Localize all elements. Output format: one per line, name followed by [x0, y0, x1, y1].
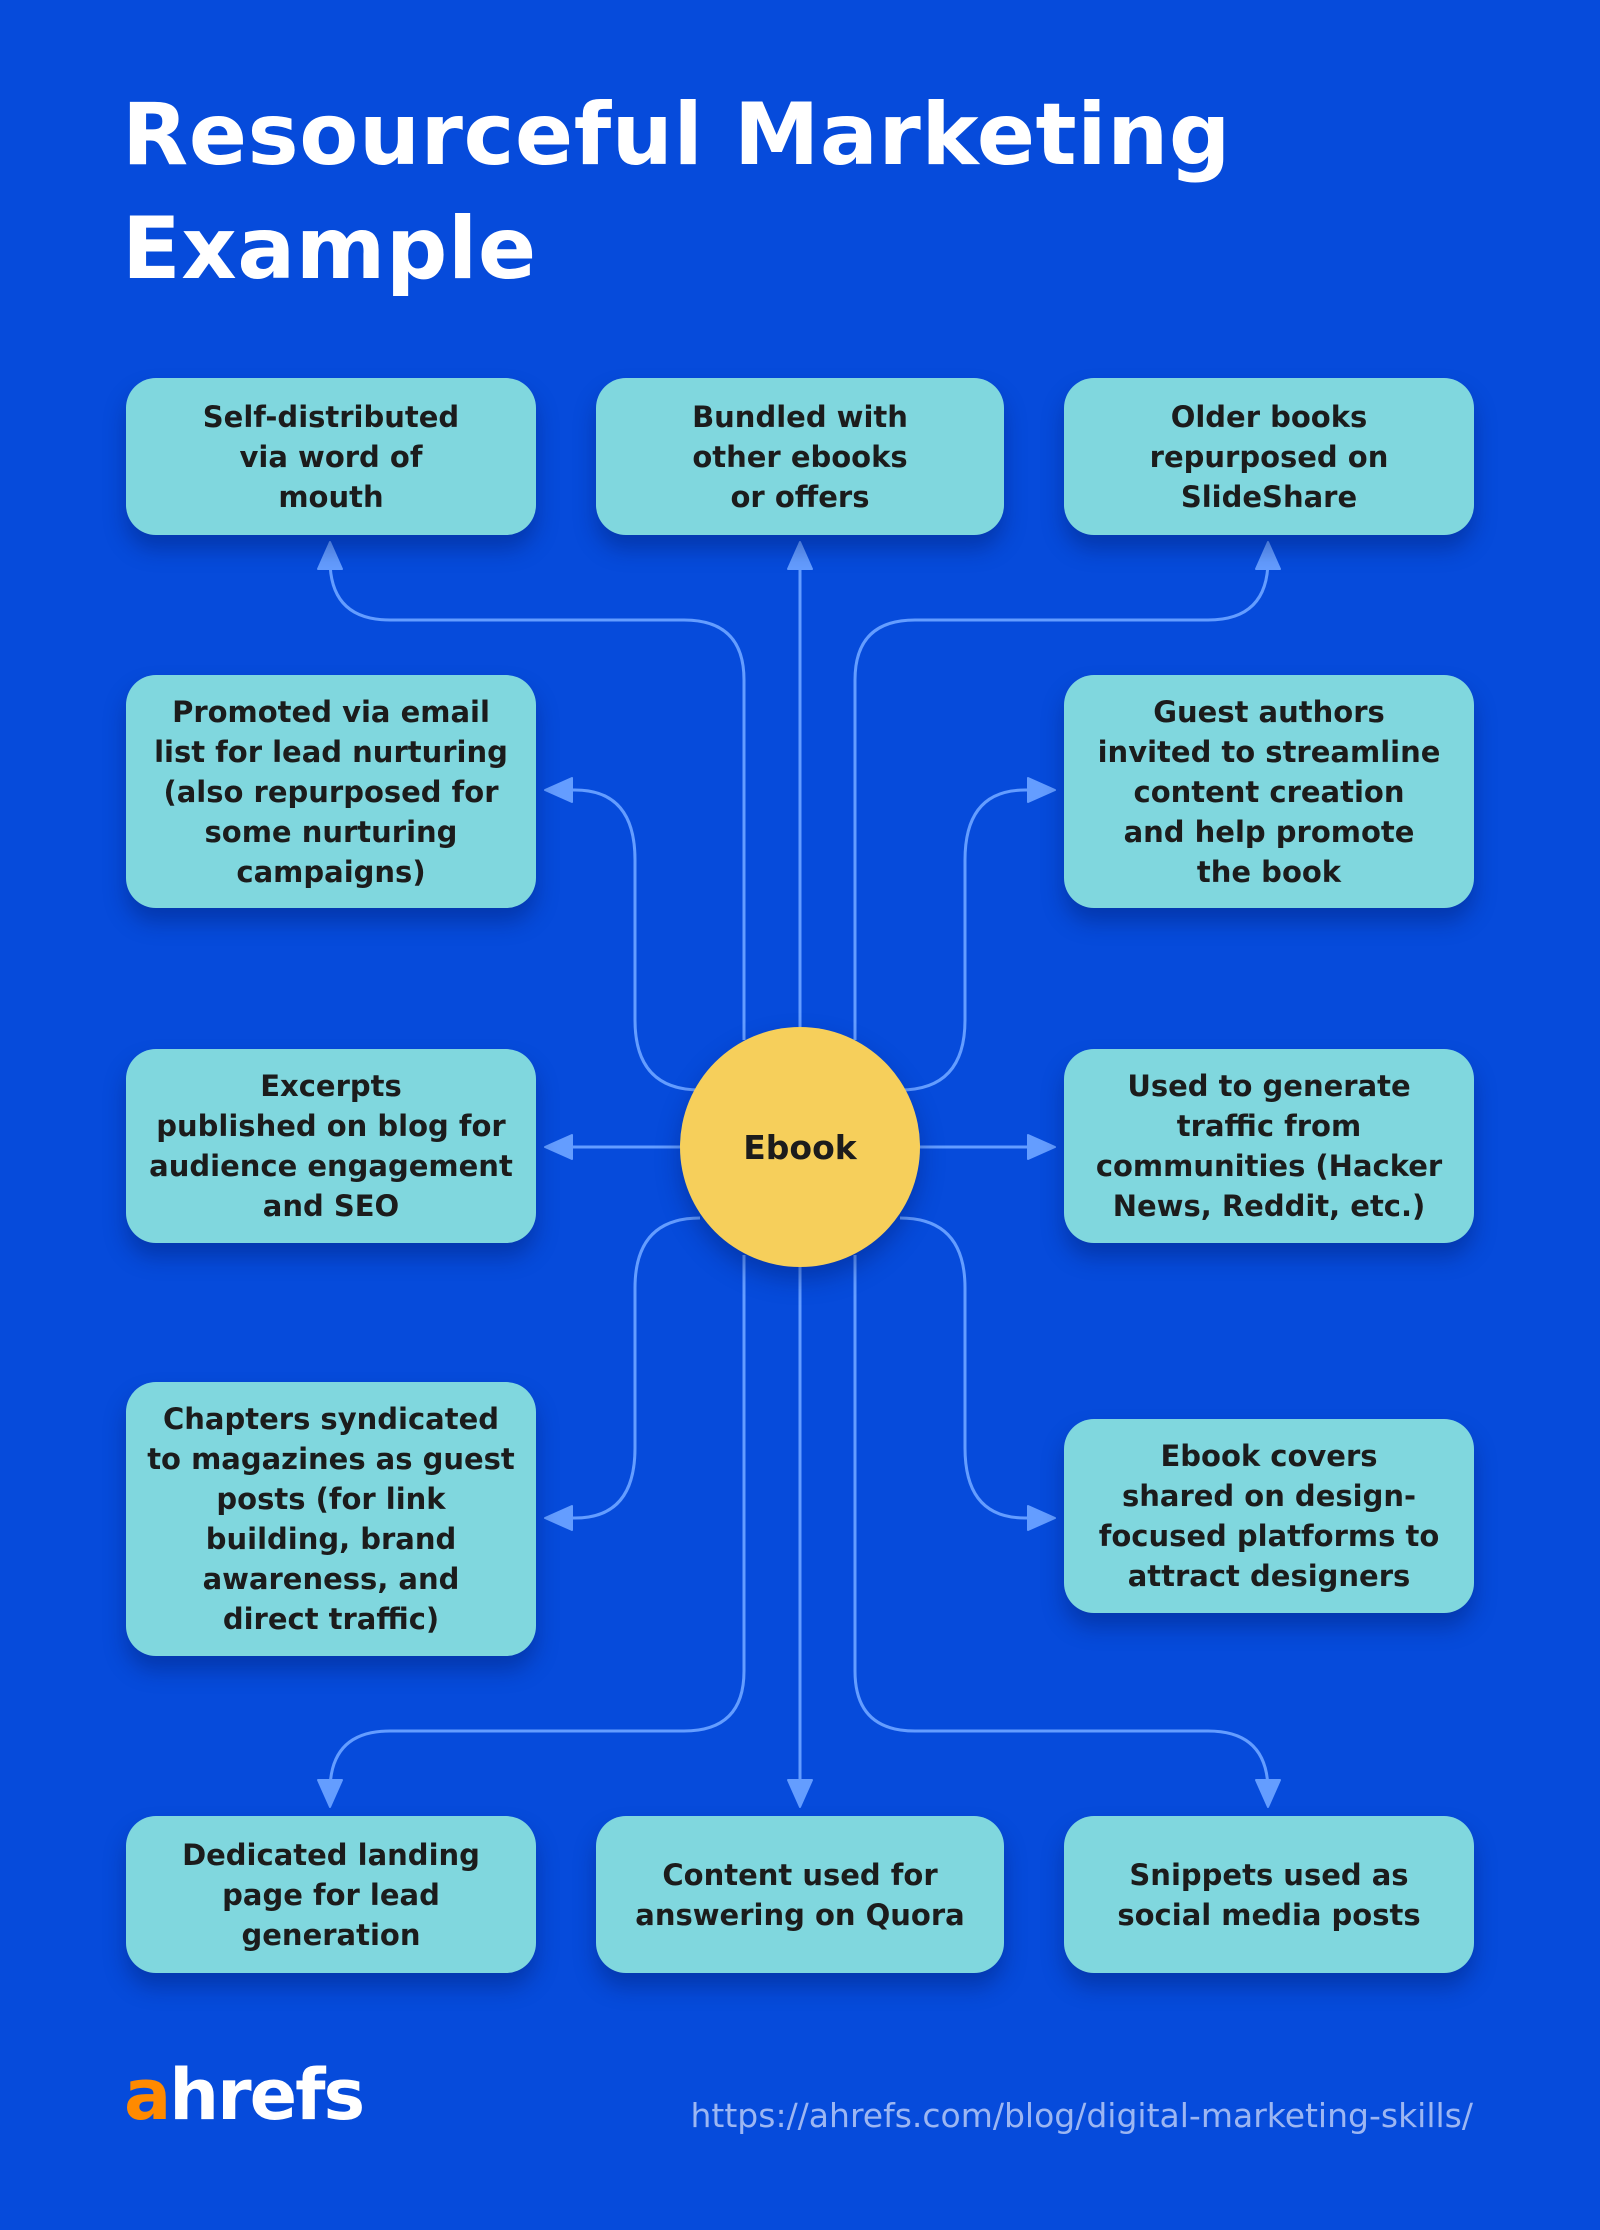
- node-text: Ebook covers shared on design- focused p…: [1098, 1439, 1440, 1593]
- logo-wordmark: hrefs: [169, 2054, 365, 2136]
- node-email-promotion: Promoted via email list for lead nurturi…: [126, 675, 536, 908]
- node-slideshare: Older books repurposed on SlideShare: [1064, 378, 1474, 535]
- node-guest-authors: Guest authors invited to streamline cont…: [1064, 675, 1474, 908]
- center-node-ebook: Ebook: [680, 1027, 920, 1267]
- node-social-snippets: Snippets used as social media posts: [1064, 1816, 1474, 1973]
- ahrefs-logo: ahrefs: [124, 2060, 365, 2130]
- node-text: Bundled with other ebooks or offers: [692, 399, 908, 514]
- node-text: Self-distributed via word of mouth: [202, 399, 460, 514]
- node-text: Dedicated landing page for lead generati…: [182, 1837, 480, 1952]
- logo-accent: a: [124, 2054, 171, 2136]
- node-landing-page: Dedicated landing page for lead generati…: [126, 1816, 536, 1973]
- node-text: Guest authors invited to streamline cont…: [1097, 694, 1441, 889]
- connector-lower-right: [899, 1216, 1056, 1531]
- node-text: Snippets used as social media posts: [1117, 1857, 1421, 1932]
- node-bundled: Bundled with other ebooks or offers: [596, 378, 1004, 535]
- node-community-traffic: Used to generate traffic from communitie…: [1064, 1049, 1474, 1243]
- source-url: https://ahrefs.com/blog/digital-marketin…: [690, 2096, 1473, 2135]
- node-blog-excerpts: Excerpts published on blog for audience …: [126, 1049, 536, 1243]
- node-self-distributed: Self-distributed via word of mouth: [126, 378, 536, 535]
- node-syndicated-chapters: Chapters syndicated to magazines as gues…: [126, 1382, 536, 1656]
- node-text: Excerpts published on blog for audience …: [149, 1069, 513, 1223]
- connector-upper-right: [899, 777, 1056, 1092]
- connector-lower-left: [544, 1216, 701, 1531]
- node-text: Chapters syndicated to magazines as gues…: [147, 1402, 515, 1636]
- node-design-platforms: Ebook covers shared on design- focused p…: [1064, 1419, 1474, 1613]
- node-text: Used to generate traffic from communitie…: [1095, 1069, 1443, 1223]
- node-text: Promoted via email list for lead nurturi…: [154, 694, 508, 889]
- center-node-label: Ebook: [743, 1127, 857, 1167]
- node-text: Content used for answering on Quora: [635, 1857, 965, 1932]
- connector-upper-left: [544, 777, 701, 1092]
- node-quora: Content used for answering on Quora: [596, 1816, 1004, 1973]
- node-text: Older books repurposed on SlideShare: [1149, 399, 1389, 514]
